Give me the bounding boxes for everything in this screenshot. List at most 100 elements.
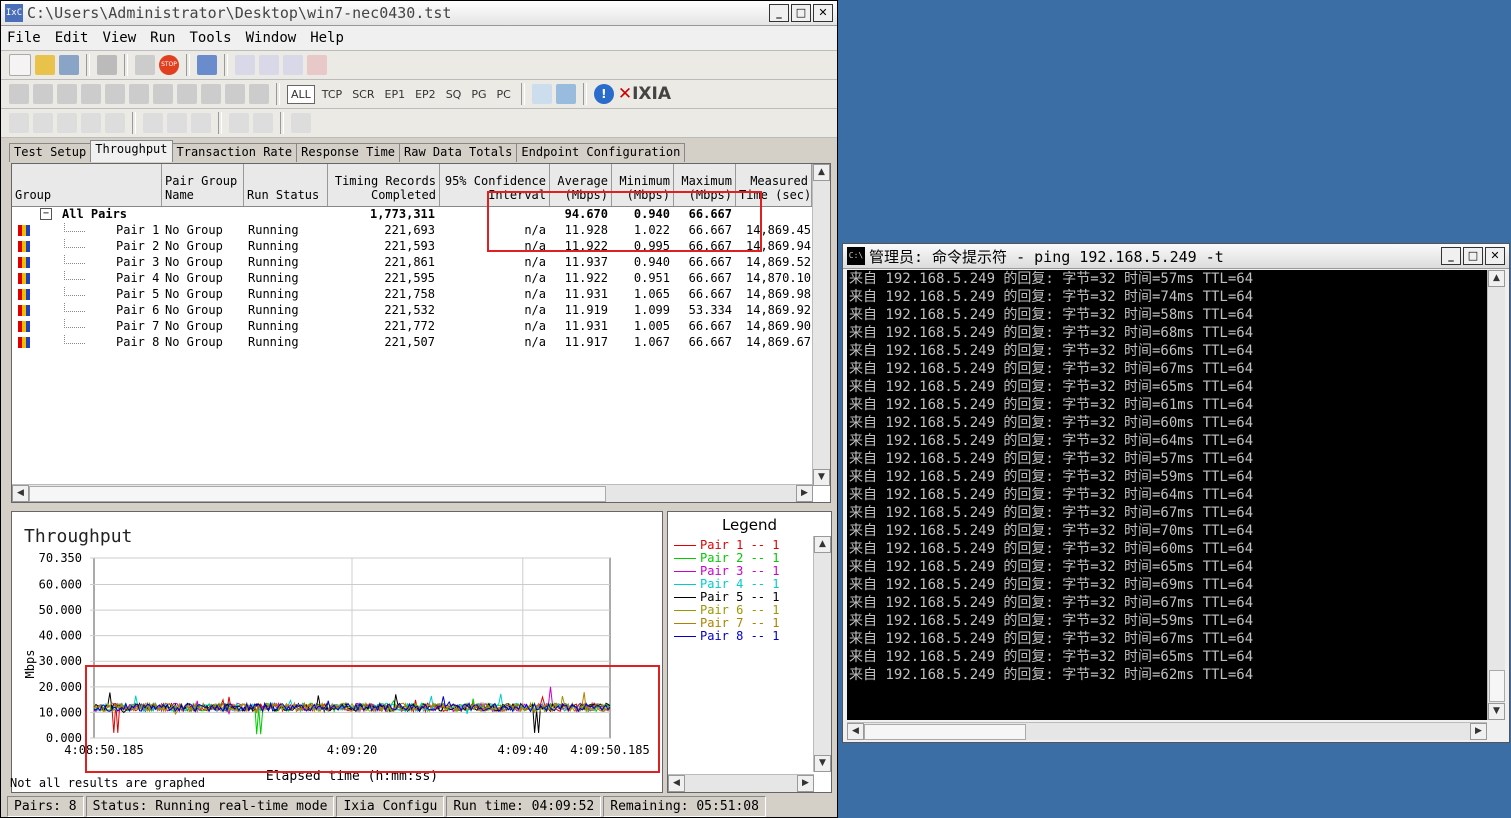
grid-hscroll[interactable]: ◀ ▶ (12, 484, 813, 502)
script-icon-2[interactable] (33, 113, 53, 133)
tab-throughput[interactable]: Throughput (90, 140, 173, 162)
cmd-maximize-button[interactable]: □ (1463, 247, 1483, 265)
pair-icon-9[interactable] (201, 84, 221, 104)
scroll-down-icon[interactable]: ▼ (813, 469, 830, 486)
col-pair-group-name[interactable]: Pair Group Name (162, 164, 244, 206)
group-icon-3[interactable] (191, 113, 211, 133)
cmd-hscroll[interactable]: ◀ ▶ (847, 722, 1487, 740)
tab-response-time[interactable]: Response Time (296, 143, 401, 162)
pair-icon-5[interactable] (105, 84, 125, 104)
legend-item[interactable]: Pair 3 -- 1 (674, 564, 809, 578)
legend-scroll-up-icon[interactable]: ▲ (814, 536, 831, 553)
cmd-close-button[interactable]: ✕ (1485, 247, 1505, 265)
menu-help[interactable]: Help (310, 30, 344, 46)
pair-row[interactable]: Pair 6 No Group Running 221,532 n/a 11.919 1.0… (12, 303, 812, 319)
script-icon-4[interactable] (81, 113, 101, 133)
pair-row[interactable]: Pair 8 No Group Running 221,507 n/a 11.917 1.0… (12, 335, 812, 351)
legend-item[interactable]: Pair 2 -- 1 (674, 551, 809, 565)
filter-tcp[interactable]: TCP (319, 88, 345, 101)
menu-edit[interactable]: Edit (55, 30, 89, 46)
paste-icon[interactable] (283, 55, 303, 75)
copy-icon[interactable] (259, 55, 279, 75)
scroll-right-icon[interactable]: ▶ (796, 485, 813, 502)
hscroll-thumb[interactable] (29, 486, 606, 502)
filter-pg[interactable]: PG (468, 88, 489, 101)
filter-all[interactable]: ALL (287, 84, 315, 104)
pair-icon-3[interactable] (57, 84, 77, 104)
cmd-scroll-down-icon[interactable]: ▼ (1488, 703, 1505, 720)
tab-transaction-rate[interactable]: Transaction Rate (171, 143, 298, 162)
export-icon[interactable] (555, 84, 576, 104)
pair-row[interactable]: Pair 3 No Group Running 221,861 n/a 11.937 0.9… (12, 255, 812, 271)
menu-tools[interactable]: Tools (189, 30, 231, 46)
cmd-hscroll-thumb[interactable] (864, 724, 1026, 740)
menu-view[interactable]: View (102, 30, 136, 46)
group-icon-1[interactable] (143, 113, 163, 133)
legend-item[interactable]: Pair 1 -- 1 (674, 538, 809, 552)
pair-row[interactable]: Pair 4 No Group Running 221,595 n/a 11.922 0.9… (12, 271, 812, 287)
legend-item[interactable]: Pair 5 -- 1 (674, 590, 809, 604)
pair-row[interactable]: Pair 7 No Group Running 221,772 n/a 11.931 1.0… (12, 319, 812, 335)
pair-icon-8[interactable] (177, 84, 197, 104)
col-run-status[interactable]: Run Status (244, 164, 328, 206)
cmd-scroll-right-icon[interactable]: ▶ (1470, 723, 1487, 740)
pair-icon-11[interactable] (249, 84, 269, 104)
tab-endpoint-configuration[interactable]: Endpoint Configuration (516, 143, 686, 162)
cmd-vscroll-thumb[interactable] (1489, 670, 1505, 702)
menu-file[interactable]: File (7, 30, 41, 46)
col-group[interactable]: Group (12, 164, 162, 206)
filter-ep2[interactable]: EP2 (412, 88, 439, 101)
cmd-titlebar[interactable]: C:\ 管理员: 命令提示符 - ping 192.168.5.249 -t _… (843, 244, 1509, 269)
open-icon[interactable] (35, 55, 55, 75)
filter-sq[interactable]: SQ (443, 88, 465, 101)
legend-scroll-left-icon[interactable]: ◀ (668, 775, 685, 792)
run-icon[interactable] (135, 55, 155, 75)
refresh-icon[interactable] (197, 55, 217, 75)
pair-icon-6[interactable] (129, 84, 149, 104)
cmd-scroll-up-icon[interactable]: ▲ (1488, 270, 1505, 287)
add-pair-icon[interactable] (235, 55, 255, 75)
scroll-left-icon[interactable]: ◀ (12, 485, 29, 502)
cmd-vscroll[interactable]: ▲ ▼ (1487, 270, 1505, 720)
delete-icon[interactable] (307, 55, 327, 75)
legend-item[interactable]: Pair 4 -- 1 (674, 577, 809, 591)
legend-item[interactable]: Pair 6 -- 1 (674, 603, 809, 617)
legend-item[interactable]: Pair 7 -- 1 (674, 616, 809, 630)
pair-icon-7[interactable] (153, 84, 173, 104)
menu-run[interactable]: Run (150, 30, 175, 46)
col-timing-records[interactable]: Timing Records Completed (328, 164, 440, 206)
script-icon-5[interactable] (105, 113, 125, 133)
legend-item[interactable]: Pair 8 -- 1 (674, 629, 809, 643)
group-icon-2[interactable] (167, 113, 187, 133)
tab-test-setup[interactable]: Test Setup (9, 143, 92, 162)
filter-scr[interactable]: SCR (349, 88, 377, 101)
new-icon[interactable] (9, 54, 31, 76)
save-icon[interactable] (59, 55, 79, 75)
collapse-icon[interactable]: − (40, 208, 52, 220)
maximize-button[interactable]: □ (791, 4, 811, 22)
minimize-button[interactable]: _ (769, 4, 789, 22)
filter-ep1[interactable]: EP1 (382, 88, 409, 101)
cmd-scroll-left-icon[interactable]: ◀ (847, 723, 864, 740)
filter-pc[interactable]: PC (494, 88, 514, 101)
group-icon-5[interactable] (253, 113, 273, 133)
script-icon-1[interactable] (9, 113, 29, 133)
legend-vscroll[interactable]: ▲ ▼ (813, 536, 831, 772)
group-icon-4[interactable] (229, 113, 249, 133)
legend-scroll-right-icon[interactable]: ▶ (797, 775, 814, 792)
info-icon[interactable]: ! (593, 84, 614, 104)
pair-row[interactable]: Pair 5 No Group Running 221,758 n/a 11.931 1.0… (12, 287, 812, 303)
legend-hscroll[interactable]: ◀ ▶ (668, 774, 814, 792)
stop-icon[interactable]: STOP (159, 55, 179, 75)
report-icon[interactable] (291, 113, 311, 133)
cmd-minimize-button[interactable]: _ (1441, 247, 1461, 265)
pair-icon-10[interactable] (225, 84, 245, 104)
edit-pair-icon[interactable] (9, 84, 29, 104)
legend-scroll-down-icon[interactable]: ▼ (814, 755, 831, 772)
script-icon-3[interactable] (57, 113, 77, 133)
pair-icon-2[interactable] (33, 84, 53, 104)
ixchariot-titlebar[interactable]: IxC C:\Users\Administrator\Desktop\win7-… (1, 1, 837, 26)
chart-view-icon[interactable] (531, 84, 552, 104)
print-icon[interactable] (97, 55, 117, 75)
tab-raw-data-totals[interactable]: Raw Data Totals (399, 143, 518, 162)
